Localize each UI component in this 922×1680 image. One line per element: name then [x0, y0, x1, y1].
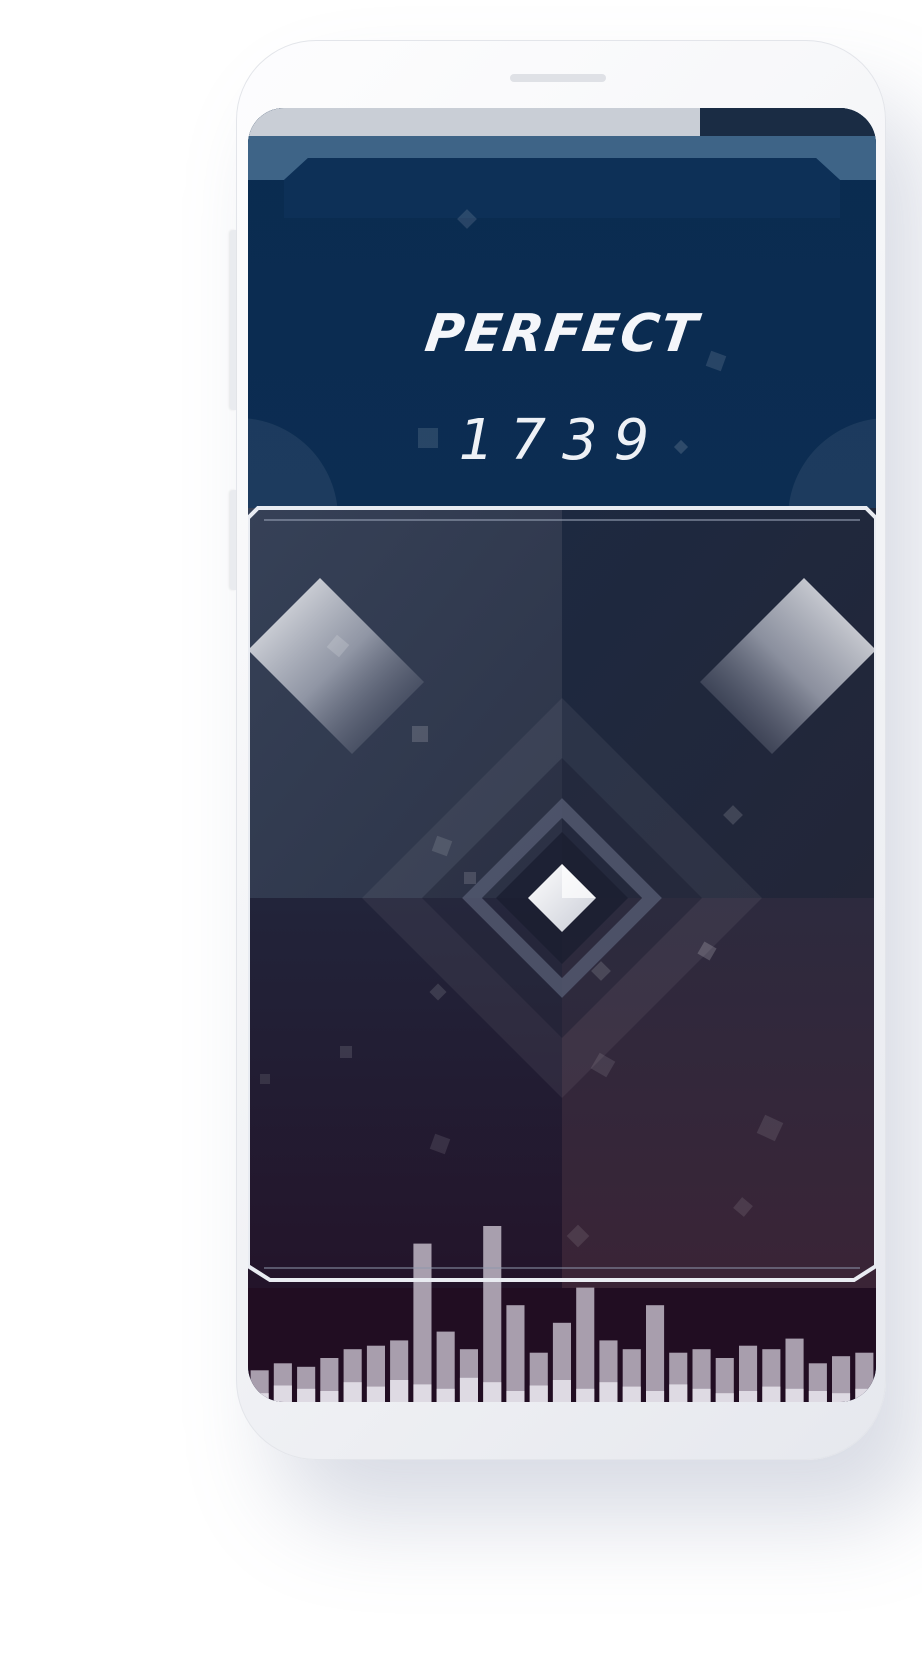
equalizer-bar — [506, 1391, 525, 1402]
equalizer-bar — [483, 1226, 502, 1402]
equalizer-bar — [576, 1388, 595, 1402]
equalizer-bar — [855, 1388, 874, 1402]
equalizer-bar — [576, 1287, 595, 1402]
equalizer-bar — [646, 1305, 665, 1402]
equalizer-bar — [552, 1380, 571, 1402]
equalizer-bar — [762, 1386, 781, 1402]
equalizer-bar — [320, 1391, 339, 1402]
game-screen[interactable]: PERFECT 1739 — [248, 108, 876, 1402]
power-button — [230, 490, 236, 590]
playfield[interactable] — [248, 508, 876, 1288]
equalizer-bar — [739, 1391, 758, 1402]
particle — [412, 726, 428, 742]
equalizer-bar — [273, 1385, 292, 1402]
particle — [340, 1046, 352, 1058]
page: PERFECT 1739 — [0, 0, 922, 1680]
equalizer-bar — [529, 1385, 548, 1402]
phone-speaker — [510, 74, 606, 82]
header-inner — [284, 158, 840, 218]
equalizer-bar — [483, 1382, 502, 1402]
judgement-label: PERFECT — [421, 304, 703, 364]
equalizer-bar — [506, 1305, 525, 1402]
equalizer-bar — [297, 1388, 316, 1402]
equalizer-bar — [413, 1384, 432, 1402]
progress-fill — [248, 108, 700, 136]
equalizer-bar — [715, 1393, 734, 1402]
score-display: 1739 — [458, 408, 666, 473]
game-canvas[interactable] — [248, 108, 876, 1402]
volume-button — [230, 230, 236, 410]
equalizer-bar — [436, 1388, 455, 1402]
equalizer-bar — [366, 1386, 385, 1402]
equalizer-bar — [785, 1388, 804, 1402]
equalizer-bar — [646, 1391, 665, 1402]
equalizer-bar — [832, 1393, 851, 1402]
equalizer-bar — [622, 1386, 641, 1402]
equalizer-bar — [669, 1384, 688, 1402]
particle — [260, 1074, 270, 1084]
equalizer-bar — [250, 1393, 269, 1402]
equalizer-bar — [343, 1382, 362, 1402]
equalizer-bar — [459, 1377, 478, 1402]
particle — [464, 872, 476, 884]
equalizer-bar — [692, 1388, 711, 1402]
equalizer-bar — [808, 1391, 827, 1402]
equalizer-bar — [599, 1382, 618, 1402]
equalizer-bar — [390, 1380, 409, 1402]
